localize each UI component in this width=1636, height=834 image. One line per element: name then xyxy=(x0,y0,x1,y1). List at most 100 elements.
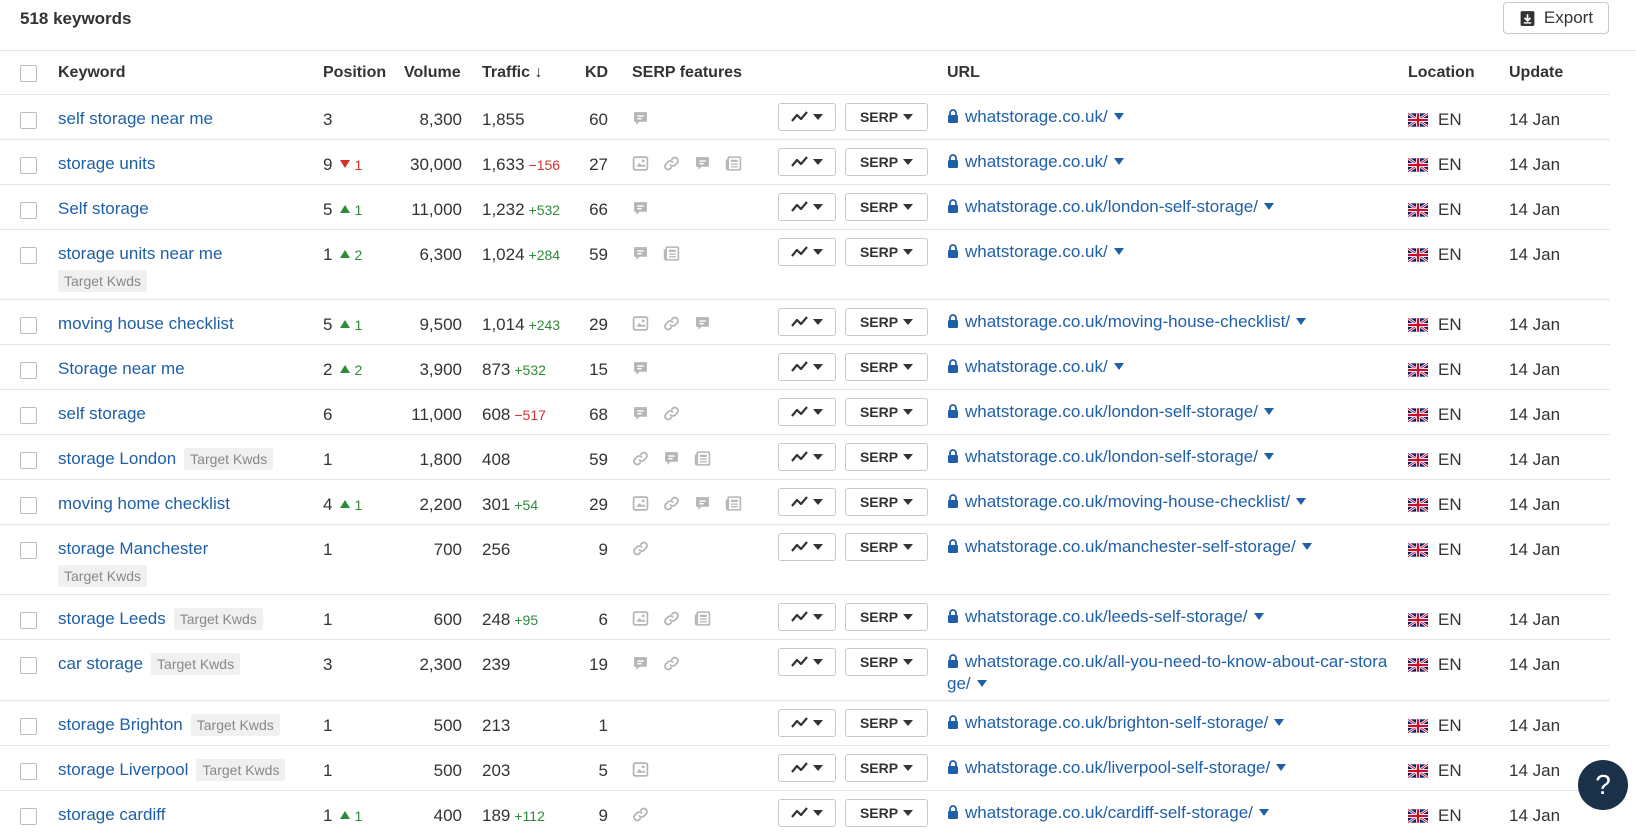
keyword-link[interactable]: storage Leeds xyxy=(58,609,166,628)
position-history-button[interactable] xyxy=(778,148,836,176)
keyword-link[interactable]: storage units xyxy=(58,154,155,173)
target-kwds-tag[interactable]: Target Kwds xyxy=(58,270,148,292)
checkbox[interactable] xyxy=(20,542,37,559)
url-dropdown-icon[interactable] xyxy=(1263,203,1274,210)
serp-button[interactable]: SERP xyxy=(845,488,928,516)
position-history-button[interactable] xyxy=(778,353,836,381)
url-link[interactable]: whatstorage.co.uk/liverpool-self-storage… xyxy=(965,758,1270,777)
url-link[interactable]: whatstorage.co.uk/london-self-storage/ xyxy=(965,447,1258,466)
keyword-link[interactable]: self storage xyxy=(58,404,146,423)
review-icon[interactable] xyxy=(632,200,649,221)
row-checkbox[interactable] xyxy=(20,362,37,379)
url-link[interactable]: whatstorage.co.uk/london-self-storage/ xyxy=(965,402,1258,421)
position-history-button[interactable] xyxy=(778,709,836,737)
link-icon[interactable] xyxy=(663,155,680,176)
serp-button[interactable]: SERP xyxy=(845,799,928,827)
target-kwds-tag[interactable]: Target Kwds xyxy=(190,714,280,736)
url-link[interactable]: whatstorage.co.uk/ xyxy=(965,357,1108,376)
checkbox[interactable] xyxy=(20,657,37,674)
export-button[interactable]: Export xyxy=(1503,2,1609,34)
link-icon[interactable] xyxy=(663,655,680,676)
url-link[interactable]: whatstorage.co.uk/all-you-need-to-know-a… xyxy=(947,652,1387,693)
serp-button[interactable]: SERP xyxy=(845,443,928,471)
row-checkbox[interactable] xyxy=(20,452,37,469)
url-link[interactable]: whatstorage.co.uk/moving-house-checklist… xyxy=(965,492,1290,511)
checkbox[interactable] xyxy=(20,112,37,129)
image-icon[interactable] xyxy=(632,155,649,176)
position-history-button[interactable] xyxy=(778,398,836,426)
serp-button[interactable]: SERP xyxy=(845,238,928,266)
url-link[interactable]: whatstorage.co.uk/leeds-self-storage/ xyxy=(965,607,1248,626)
keyword-link[interactable]: storage Brighton xyxy=(58,715,183,734)
col-traffic[interactable]: Traffic ↓ xyxy=(482,63,542,82)
checkbox[interactable] xyxy=(20,612,37,629)
link-icon[interactable] xyxy=(663,495,680,516)
keyword-link[interactable]: storage cardiff xyxy=(58,805,165,824)
review-icon[interactable] xyxy=(632,110,649,131)
review-icon[interactable] xyxy=(632,405,649,426)
row-checkbox[interactable] xyxy=(20,808,37,825)
url-dropdown-icon[interactable] xyxy=(1113,113,1124,120)
serp-button[interactable]: SERP xyxy=(845,398,928,426)
url-dropdown-icon[interactable] xyxy=(1253,613,1264,620)
url-dropdown-icon[interactable] xyxy=(1301,543,1312,550)
url-dropdown-icon[interactable] xyxy=(976,680,987,687)
checkbox[interactable] xyxy=(20,808,37,825)
serp-button[interactable]: SERP xyxy=(845,103,928,131)
url-dropdown-icon[interactable] xyxy=(1296,318,1307,325)
col-location[interactable]: Location xyxy=(1408,63,1475,82)
checkbox[interactable] xyxy=(20,317,37,334)
row-checkbox[interactable] xyxy=(20,542,37,559)
link-icon[interactable] xyxy=(663,405,680,426)
review-icon[interactable] xyxy=(663,450,680,471)
url-dropdown-icon[interactable] xyxy=(1296,498,1307,505)
col-position[interactable]: Position xyxy=(323,63,386,82)
image-icon[interactable] xyxy=(632,315,649,336)
link-icon[interactable] xyxy=(632,806,649,827)
serp-button[interactable]: SERP xyxy=(845,648,928,676)
position-history-button[interactable] xyxy=(778,443,836,471)
keyword-link[interactable]: moving house checklist xyxy=(58,314,234,333)
checkbox[interactable] xyxy=(20,407,37,424)
keyword-link[interactable]: storage Liverpool xyxy=(58,760,188,779)
checkbox[interactable] xyxy=(20,362,37,379)
col-url[interactable]: URL xyxy=(947,63,980,82)
serp-button[interactable]: SERP xyxy=(845,308,928,336)
serp-button[interactable]: SERP xyxy=(845,754,928,782)
position-history-button[interactable] xyxy=(778,603,836,631)
news-icon[interactable] xyxy=(725,495,742,516)
news-icon[interactable] xyxy=(663,245,680,266)
row-checkbox[interactable] xyxy=(20,157,37,174)
col-keyword[interactable]: Keyword xyxy=(58,63,126,82)
url-dropdown-icon[interactable] xyxy=(1113,158,1124,165)
url-dropdown-icon[interactable] xyxy=(1258,809,1269,816)
checkbox[interactable] xyxy=(20,157,37,174)
url-link[interactable]: whatstorage.co.uk/brighton-self-storage/ xyxy=(965,713,1268,732)
target-kwds-tag[interactable]: Target Kwds xyxy=(151,653,241,675)
url-link[interactable]: whatstorage.co.uk/moving-house-checklist… xyxy=(965,312,1290,331)
url-link[interactable]: whatstorage.co.uk/ xyxy=(965,242,1108,261)
review-icon[interactable] xyxy=(694,495,711,516)
col-volume[interactable]: Volume xyxy=(404,63,461,82)
image-icon[interactable] xyxy=(632,610,649,631)
checkbox[interactable] xyxy=(20,497,37,514)
row-checkbox[interactable] xyxy=(20,657,37,674)
url-link[interactable]: whatstorage.co.uk/ xyxy=(965,107,1108,126)
url-dropdown-icon[interactable] xyxy=(1113,363,1124,370)
news-icon[interactable] xyxy=(725,155,742,176)
row-checkbox[interactable] xyxy=(20,247,37,264)
serp-button[interactable]: SERP xyxy=(845,193,928,221)
row-checkbox[interactable] xyxy=(20,612,37,629)
review-icon[interactable] xyxy=(694,155,711,176)
help-button[interactable]: ? xyxy=(1578,760,1628,810)
news-icon[interactable] xyxy=(694,610,711,631)
url-link[interactable]: whatstorage.co.uk/ xyxy=(965,152,1108,171)
url-link[interactable]: whatstorage.co.uk/london-self-storage/ xyxy=(965,197,1258,216)
serp-button[interactable]: SERP xyxy=(845,709,928,737)
position-history-button[interactable] xyxy=(778,648,836,676)
checkbox[interactable] xyxy=(20,65,37,82)
url-dropdown-icon[interactable] xyxy=(1274,719,1285,726)
keyword-link[interactable]: storage London xyxy=(58,449,176,468)
news-icon[interactable] xyxy=(694,450,711,471)
link-icon[interactable] xyxy=(663,315,680,336)
